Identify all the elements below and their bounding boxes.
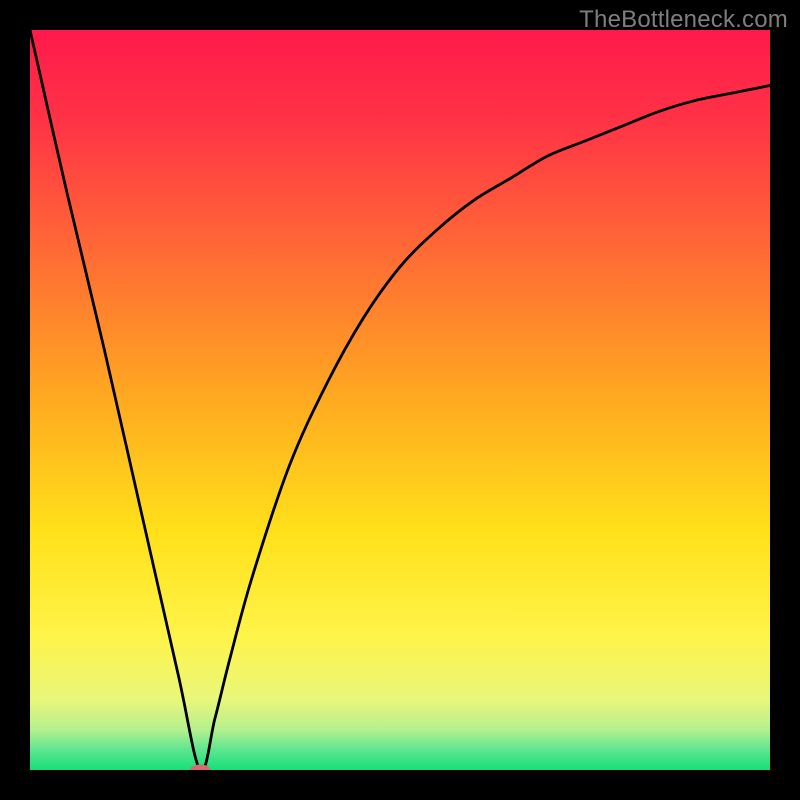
attribution-label: TheBottleneck.com <box>579 6 788 34</box>
gradient-background <box>30 30 770 770</box>
bottleneck-chart <box>30 30 770 770</box>
chart-frame <box>30 30 770 770</box>
